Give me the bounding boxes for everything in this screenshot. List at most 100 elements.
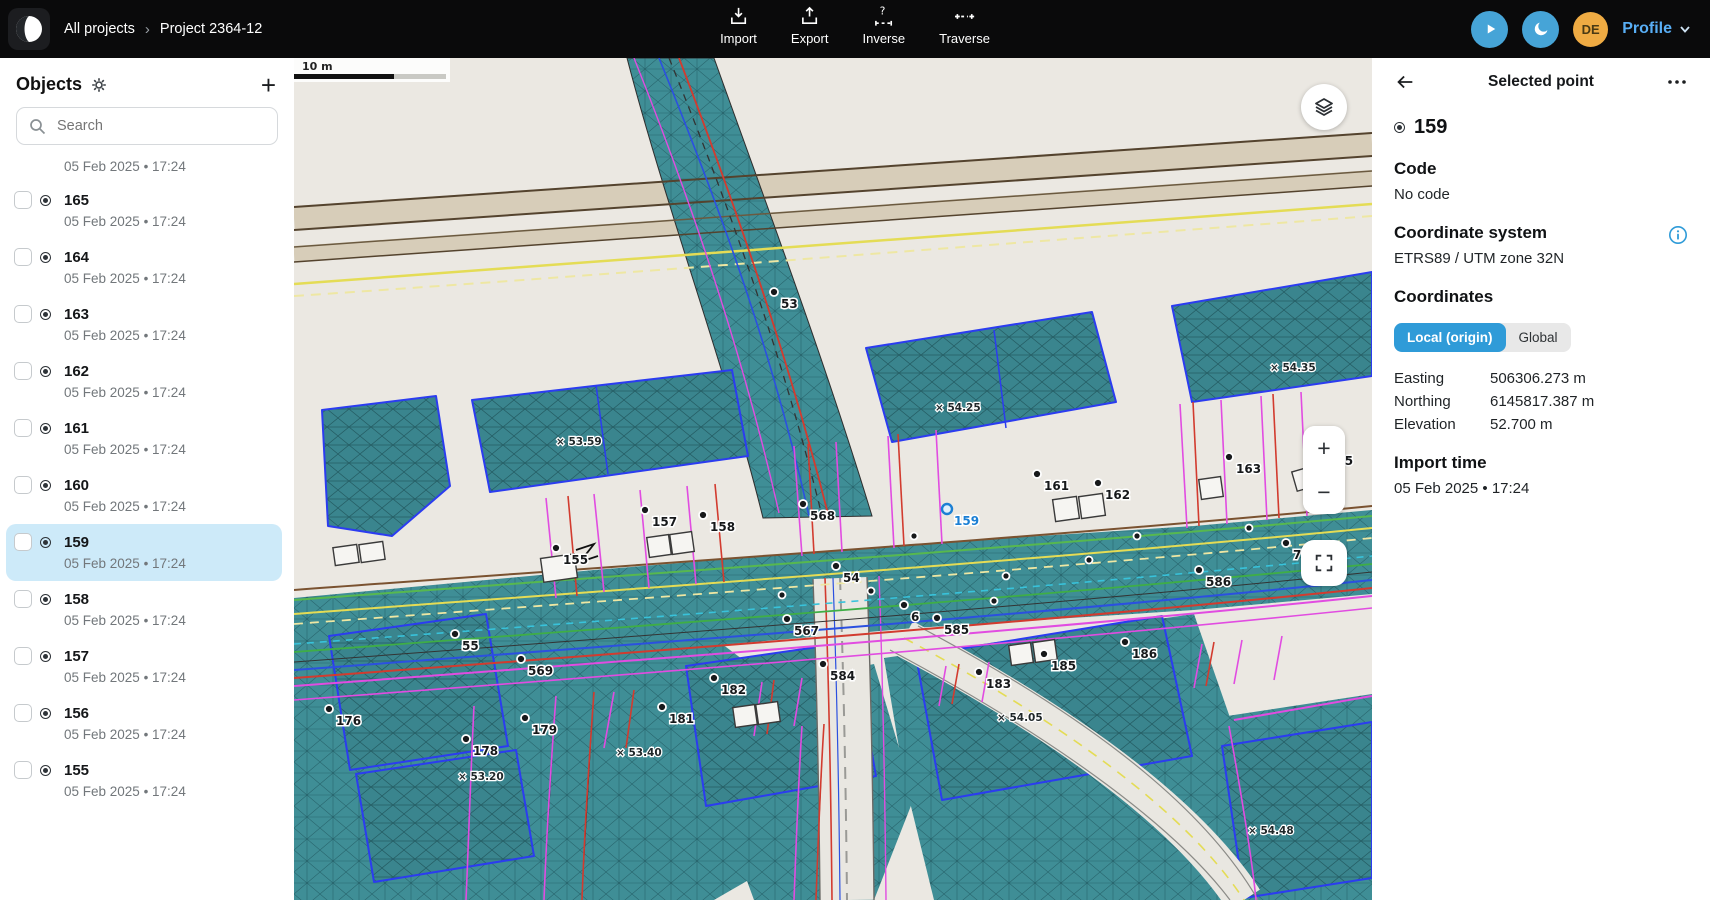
info-icon[interactable] xyxy=(1668,225,1688,250)
add-object-button[interactable]: + xyxy=(261,75,276,95)
point-type-icon xyxy=(40,765,51,776)
import-time-value: 05 Feb 2025 • 17:24 xyxy=(1394,480,1688,497)
tab-local-origin[interactable]: Local (origin) xyxy=(1394,323,1506,352)
fit-view-button[interactable] xyxy=(1301,540,1347,586)
object-list-item[interactable]: 160 05 Feb 2025 • 17:24 xyxy=(6,467,282,524)
object-number: 156 xyxy=(64,705,274,722)
export-button[interactable]: Export xyxy=(791,5,829,46)
object-checkbox[interactable] xyxy=(14,704,32,722)
coordinates-heading: Coordinates xyxy=(1394,287,1688,307)
import-time-heading: Import time xyxy=(1394,453,1688,473)
svg-text:54: 54 xyxy=(843,571,860,585)
map-canvas[interactable]: 10 m 53568545675556917617817918118218318… xyxy=(294,58,1372,900)
object-date: 05 Feb 2025 • 17:24 xyxy=(64,556,274,571)
objects-settings-gear-icon[interactable] xyxy=(91,77,107,93)
breadcrumb-all-projects[interactable]: All projects xyxy=(64,21,135,37)
object-list-item[interactable]: 158 05 Feb 2025 • 17:24 xyxy=(6,581,282,638)
elevation-label: × 54.35 xyxy=(1270,362,1316,374)
point-name: 159 xyxy=(1414,116,1447,139)
object-checkbox[interactable] xyxy=(14,305,32,323)
svg-text:584: 584 xyxy=(830,669,855,683)
object-list-item[interactable]: 163 05 Feb 2025 • 17:24 xyxy=(6,296,282,353)
app-logo[interactable] xyxy=(8,8,50,50)
svg-text:185: 185 xyxy=(1051,659,1076,673)
fullscreen-icon xyxy=(1313,552,1335,574)
zoom-control: + − xyxy=(1303,426,1345,514)
object-checkbox[interactable] xyxy=(14,419,32,437)
object-list-item[interactable]: 156 05 Feb 2025 • 17:24 xyxy=(6,695,282,752)
object-list-item[interactable]: 05 Feb 2025 • 17:24 xyxy=(6,157,282,182)
map-area: 10 m 53568545675556917617817918118218318… xyxy=(294,58,1372,900)
elevation-label: × 54.25 xyxy=(935,402,981,414)
object-number: 158 xyxy=(64,591,274,608)
import-button[interactable]: Import xyxy=(720,5,757,46)
layers-button[interactable] xyxy=(1301,84,1347,130)
object-checkbox[interactable] xyxy=(14,761,32,779)
object-checkbox[interactable] xyxy=(14,362,32,380)
search-bar[interactable] xyxy=(16,107,278,145)
back-button[interactable] xyxy=(1388,67,1422,97)
object-date: 05 Feb 2025 • 17:24 xyxy=(64,613,274,628)
svg-text:178: 178 xyxy=(473,744,498,758)
object-checkbox[interactable] xyxy=(14,191,32,209)
coordinate-label: Northing xyxy=(1394,393,1490,410)
object-number: 163 xyxy=(64,306,274,323)
object-checkbox[interactable] xyxy=(14,248,32,266)
coordinate-value: 506306.273 m xyxy=(1490,370,1688,387)
inverse-button[interactable]: ? Inverse xyxy=(862,5,905,46)
zoom-in-button[interactable]: + xyxy=(1303,426,1345,470)
moon-icon xyxy=(1532,20,1550,38)
elevation-label: × 54.05 xyxy=(997,712,1043,724)
object-list-item[interactable]: 155 05 Feb 2025 • 17:24 xyxy=(6,752,282,809)
point-type-icon xyxy=(40,651,51,662)
svg-text:155: 155 xyxy=(563,553,588,567)
breadcrumb: All projects › Project 2364-12 xyxy=(64,21,262,38)
svg-text:158: 158 xyxy=(710,520,735,534)
object-list-item[interactable]: 165 05 Feb 2025 • 17:24 xyxy=(6,182,282,239)
object-number: 165 xyxy=(64,192,274,209)
traverse-button[interactable]: Traverse xyxy=(939,5,990,46)
search-icon xyxy=(29,118,46,135)
svg-text:161: 161 xyxy=(1044,479,1069,493)
more-menu-button[interactable] xyxy=(1660,74,1694,90)
run-button[interactable] xyxy=(1471,11,1508,48)
search-input[interactable] xyxy=(55,117,265,135)
object-list-item[interactable]: 162 05 Feb 2025 • 17:24 xyxy=(6,353,282,410)
object-list-item[interactable]: 159 05 Feb 2025 • 17:24 xyxy=(6,524,282,581)
object-number: 157 xyxy=(64,648,274,665)
tab-global[interactable]: Global xyxy=(1506,323,1571,352)
object-checkbox[interactable] xyxy=(14,533,32,551)
elevation-label: × 53.40 xyxy=(616,747,662,759)
coordinates-toggle: Local (origin) Global xyxy=(1394,323,1571,352)
svg-text:162: 162 xyxy=(1105,488,1130,502)
coordinate-row: Northing 6145817.387 m xyxy=(1394,393,1688,410)
coordinate-value: 52.700 m xyxy=(1490,416,1688,433)
elevation-label: × 54.48 xyxy=(1248,825,1294,837)
panel-title: Selected point xyxy=(1422,73,1660,91)
point-type-icon xyxy=(40,708,51,719)
topbar: All projects › Project 2364-12 Import Ex… xyxy=(0,0,1710,58)
object-date: 05 Feb 2025 • 17:24 xyxy=(64,784,274,799)
svg-text:53: 53 xyxy=(781,297,798,311)
profile-menu[interactable]: Profile xyxy=(1622,20,1692,38)
export-label: Export xyxy=(791,31,829,46)
zoom-out-button[interactable]: − xyxy=(1303,470,1345,514)
object-checkbox[interactable] xyxy=(14,590,32,608)
inverse-label: Inverse xyxy=(862,31,905,46)
inverse-icon: ? xyxy=(872,5,895,28)
object-date: 05 Feb 2025 • 17:24 xyxy=(64,442,274,457)
breadcrumb-project[interactable]: Project 2364-12 xyxy=(160,21,262,37)
elevation-label: × 53.20 xyxy=(458,771,504,783)
object-checkbox[interactable] xyxy=(14,476,32,494)
elevation-label: × 53.59 xyxy=(556,436,602,448)
object-list-item[interactable]: 157 05 Feb 2025 • 17:24 xyxy=(6,638,282,695)
avatar[interactable]: DE xyxy=(1573,12,1608,47)
svg-text:157: 157 xyxy=(652,515,677,529)
object-list-item[interactable]: 164 05 Feb 2025 • 17:24 xyxy=(6,239,282,296)
dark-mode-button[interactable] xyxy=(1522,11,1559,48)
ellipsis-icon xyxy=(1666,78,1688,86)
object-number: 164 xyxy=(64,249,274,266)
object-list-item[interactable]: 161 05 Feb 2025 • 17:24 xyxy=(6,410,282,467)
object-checkbox[interactable] xyxy=(14,647,32,665)
traverse-icon xyxy=(953,5,976,28)
